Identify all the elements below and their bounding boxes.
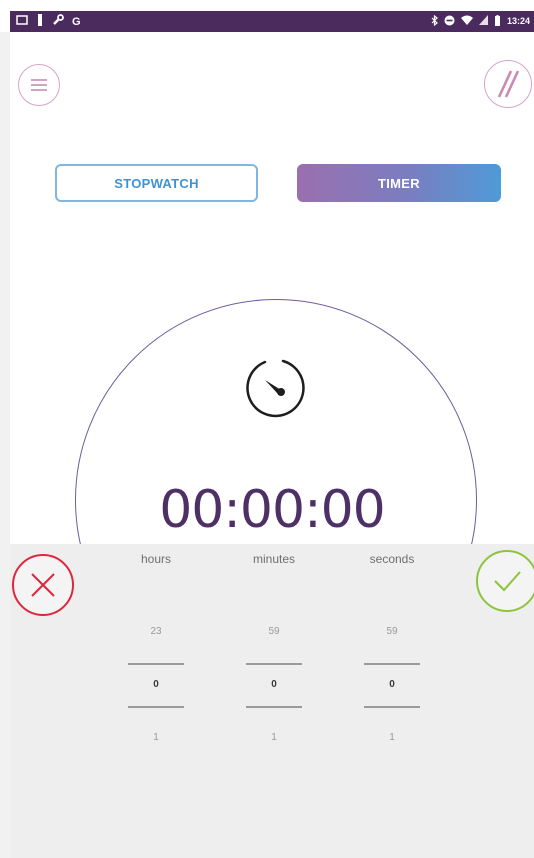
stopwatch-tab[interactable]: STOPWATCH (55, 164, 258, 202)
seconds-picker[interactable]: seconds 59 0 1 (332, 544, 452, 744)
minutes-divider-top (246, 663, 302, 665)
hours-label: hours (140, 552, 172, 566)
minutes-divider-bottom (246, 706, 302, 708)
close-icon (31, 573, 55, 597)
status-strip: G 13:24 (10, 11, 534, 32)
app-screen: STOPWATCH TIMER 00:00:00 hours 23 0 1 mi… (10, 32, 534, 858)
time-display: 00:00:00 (159, 480, 386, 540)
hours-current-value[interactable]: 0 (96, 679, 216, 690)
timer-dial-icon (246, 359, 305, 418)
signal-icon (478, 15, 488, 27)
status-left-icons: G (16, 14, 81, 29)
seconds-prev-value[interactable]: 59 (332, 626, 452, 637)
hours-divider-top (128, 663, 184, 665)
minutes-current-value[interactable]: 0 (214, 679, 334, 690)
status-right-icons: 13:24 (431, 14, 530, 28)
wrench-icon (52, 14, 64, 29)
cancel-button[interactable] (12, 554, 74, 616)
seconds-current-value[interactable]: 0 (332, 679, 452, 690)
status-bar: G 13:24 (0, 0, 534, 32)
minutes-picker[interactable]: minutes 59 0 1 (214, 544, 334, 744)
google-icon: G (72, 15, 81, 28)
hamburger-menu-icon (31, 79, 47, 91)
seconds-divider-top (364, 663, 420, 665)
minutes-prev-value[interactable]: 59 (214, 626, 334, 637)
brand-button[interactable] (484, 60, 532, 108)
check-icon (494, 571, 521, 592)
hours-prev-value[interactable]: 23 (96, 626, 216, 637)
confirm-button[interactable] (476, 550, 534, 612)
do-not-disturb-icon (444, 15, 455, 28)
menu-button[interactable] (18, 64, 60, 106)
hours-picker[interactable]: hours 23 0 1 (96, 544, 216, 744)
hours-next-value[interactable]: 1 (96, 732, 216, 743)
wifi-icon (460, 15, 473, 27)
minutes-label: minutes (252, 552, 296, 566)
bluetooth-icon (431, 14, 438, 28)
usb-icon (36, 14, 44, 29)
minutes-next-value[interactable]: 1 (214, 732, 334, 743)
seconds-label: seconds (369, 552, 415, 566)
screen-icon (16, 14, 28, 29)
timer-tab[interactable]: TIMER (297, 164, 501, 202)
seconds-divider-bottom (364, 706, 420, 708)
battery-icon (494, 14, 501, 28)
status-time: 13:24 (506, 16, 530, 26)
seconds-next-value[interactable]: 1 (332, 732, 452, 743)
hours-divider-bottom (128, 706, 184, 708)
double-slash-logo-icon (497, 70, 520, 98)
